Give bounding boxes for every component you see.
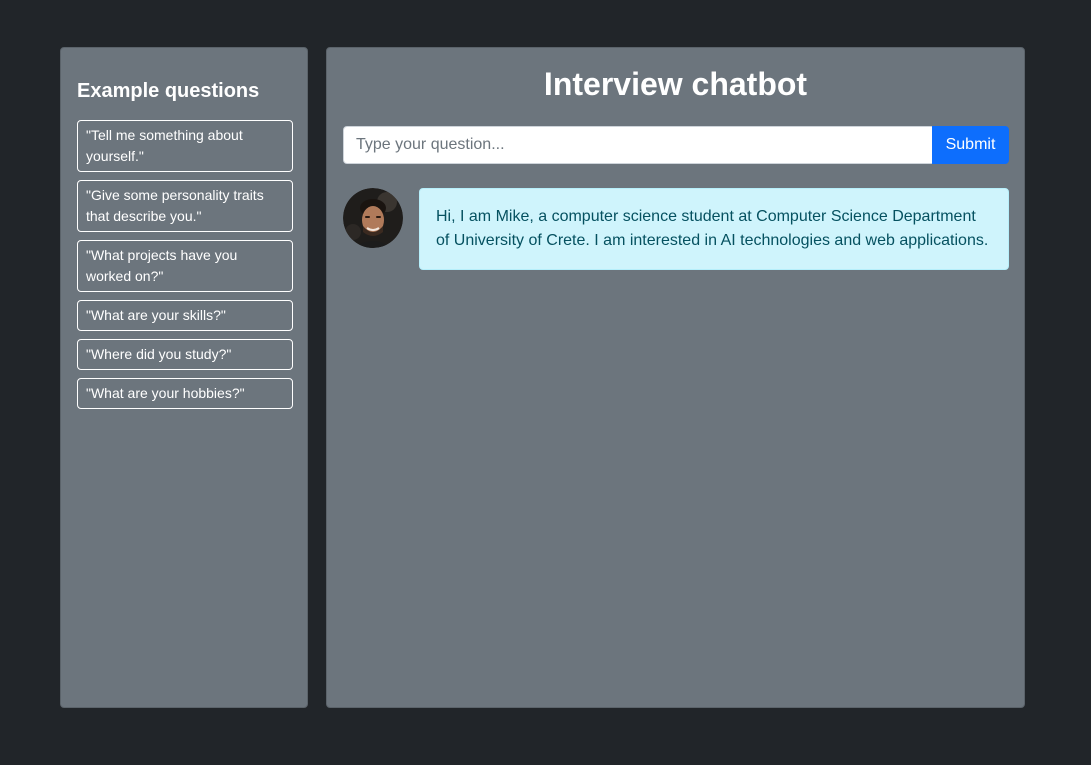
sidebar-title: Example questions: [77, 80, 260, 102]
chat-message: Hi, I am Mike, a computer science studen…: [343, 188, 1009, 270]
bot-message-bubble: Hi, I am Mike, a computer science studen…: [419, 188, 1009, 270]
question-form: Submit: [343, 126, 1009, 164]
submit-button[interactable]: Submit: [932, 126, 1009, 164]
example-question-item[interactable]: "What are your skills?": [77, 300, 293, 331]
example-questions-panel: Example questions "Tell me something abo…: [60, 47, 308, 708]
person-avatar-icon: [343, 188, 403, 248]
chat-panel: Interview chatbot Submit Hi, I am Mike,: [326, 47, 1025, 708]
example-question-item[interactable]: "What are your hobbies?": [77, 378, 293, 409]
page-title: Interview chatbot: [543, 66, 808, 102]
question-input[interactable]: [343, 126, 932, 164]
question-list: "Tell me something about yourself." "Giv…: [77, 120, 293, 409]
example-question-item[interactable]: "What projects have you worked on?": [77, 240, 293, 292]
example-question-item[interactable]: "Where did you study?": [77, 339, 293, 370]
example-question-item[interactable]: "Give some personality traits that descr…: [77, 180, 293, 232]
example-question-item[interactable]: "Tell me something about yourself.": [77, 120, 293, 172]
